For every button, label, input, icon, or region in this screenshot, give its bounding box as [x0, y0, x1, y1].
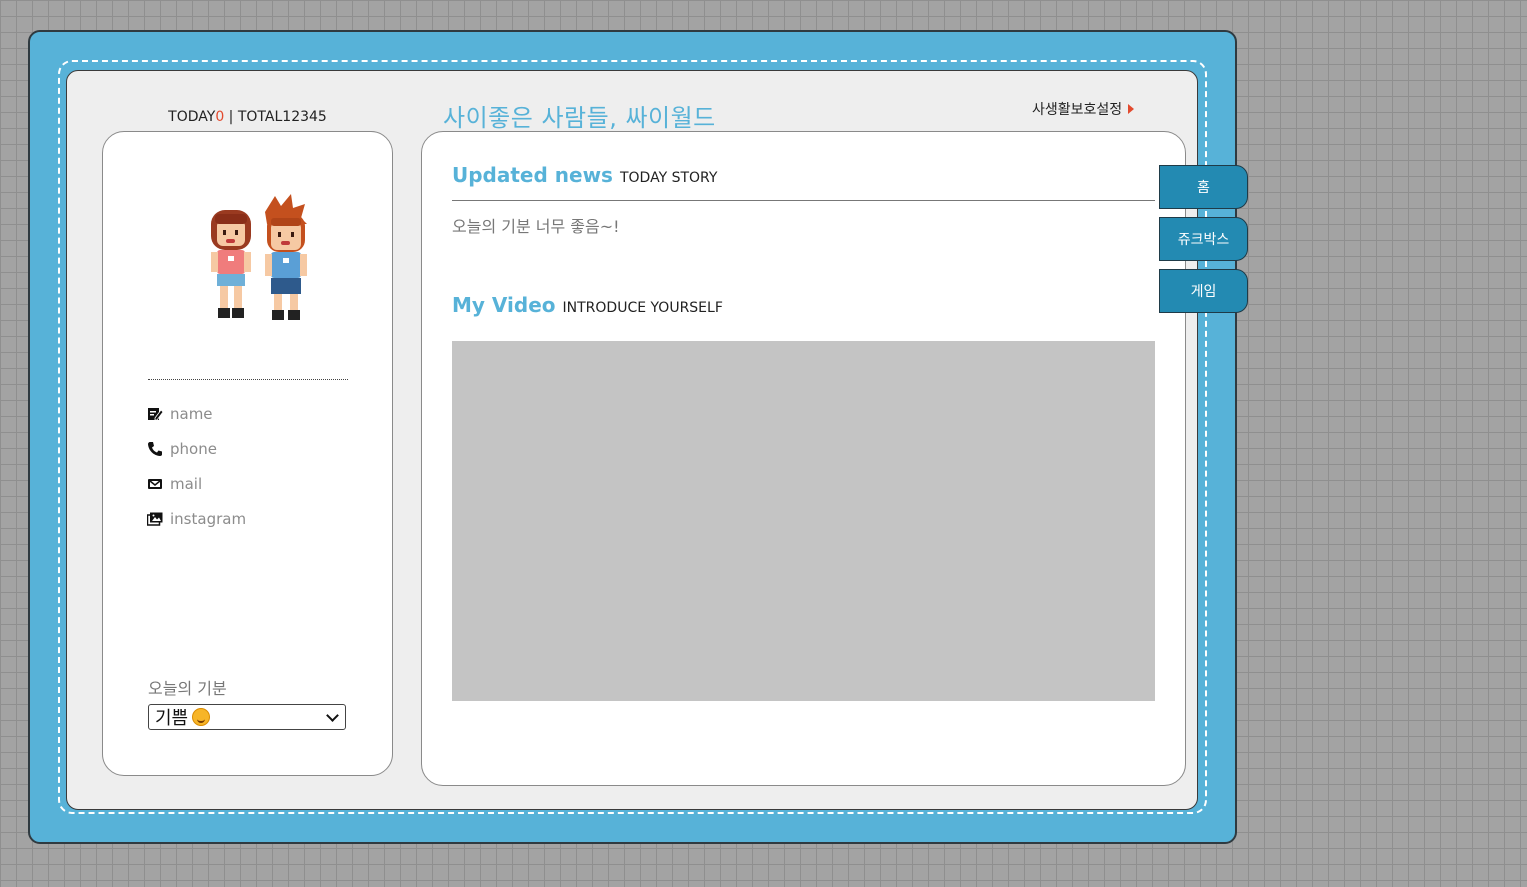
info-label: mail [170, 474, 203, 493]
video-player[interactable] [452, 341, 1155, 701]
info-label: phone [170, 439, 217, 458]
image-icon [147, 512, 163, 526]
today-count: 0 [215, 109, 225, 125]
boy-sprite [265, 194, 307, 320]
info-label: instagram [170, 509, 247, 528]
avatar [211, 194, 307, 320]
video-header: My Video INTRODUCE YOURSELF [452, 293, 723, 317]
smile-emoji-icon [192, 708, 211, 726]
today-label: TODAY [168, 109, 216, 125]
tab-jukebox[interactable]: 쥬크박스 [1159, 217, 1248, 261]
info-item-name: name [147, 396, 246, 431]
phone-icon [148, 441, 162, 456]
news-text: 오늘의 기분 너무 좋음~! [452, 217, 620, 236]
total-label: TOTAL [237, 109, 283, 125]
main-panel: Updated news TODAY STORY 오늘의 기분 너무 좋음~! … [421, 131, 1186, 786]
visitor-counter: TODAY0 | TOTAL12345 [140, 109, 355, 125]
info-item-mail: mail [147, 466, 246, 501]
site-title: 사이좋은 사람들, 싸이월드 [443, 104, 716, 132]
news-divider [452, 200, 1155, 201]
privacy-settings-label: 사생활보호설정 [1032, 102, 1123, 118]
info-label: name [170, 404, 213, 423]
profile-divider [148, 379, 348, 380]
video-subtitle: INTRODUCE YOURSELF [562, 300, 723, 316]
girl-sprite [211, 210, 251, 318]
edit-icon [148, 407, 163, 420]
info-item-phone: phone [147, 431, 246, 466]
mail-icon [148, 478, 162, 489]
tab-game[interactable]: 게임 [1159, 269, 1248, 313]
privacy-settings-link[interactable]: 사생활보호설정 [1032, 99, 1135, 119]
news-subtitle: TODAY STORY [619, 170, 718, 186]
news-title: Updated news [452, 163, 613, 187]
info-item-instagram: instagram [147, 501, 246, 536]
chevron-down-icon [326, 709, 339, 722]
mood-select[interactable]: 기쁨 [148, 704, 346, 730]
side-tabs: 홈 쥬크박스 게임 [1159, 165, 1248, 321]
news-header: Updated news TODAY STORY [452, 163, 717, 187]
arrow-right-icon [1128, 104, 1135, 114]
mood-label: 오늘의 기분 [148, 679, 227, 698]
profile-info-list: name phone mail instagram [147, 396, 246, 536]
total-count: 12345 [282, 109, 327, 125]
mood-value: 기쁨 [155, 708, 189, 729]
tab-home[interactable]: 홈 [1159, 165, 1248, 209]
video-title: My Video [452, 293, 556, 317]
profile-panel: name phone mail instagram 오늘의 기분 기쁨 [102, 131, 393, 776]
counter-separator: | [224, 109, 238, 125]
